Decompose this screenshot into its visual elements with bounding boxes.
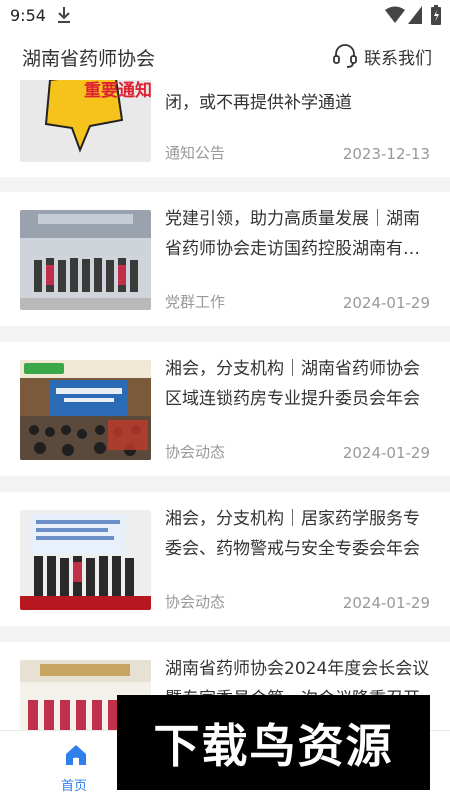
battery-icon: [431, 5, 441, 25]
article-category: 协会动态: [165, 443, 226, 461]
headset-icon: [333, 44, 357, 68]
article-category: 协会动态: [165, 593, 226, 611]
watermark-text: 下载鸟资源: [153, 718, 394, 773]
article-title: 湘会，分支机构｜湖南省药师协会区域连锁药房专业提升委员会年会: [165, 359, 420, 409]
signal-icon: [408, 6, 422, 24]
list-item[interactable]: 重要通知 闭，或不再提供补学通道 通知公告 2023-12-13: [0, 80, 450, 177]
app-title: 湖南省药师协会: [22, 48, 156, 70]
article-date: 2024-01-29: [342, 294, 430, 312]
list-item[interactable]: 湘会，分支机构｜居家药学服务专委会、药物警戒与安全专委会年会 协会动态 2024…: [0, 492, 450, 626]
thumb-label: 重要通知: [84, 80, 151, 101]
home-icon: [66, 745, 86, 765]
app-header: 湖南省药师协会 联系我们: [0, 32, 450, 80]
article-date: 2024-01-29: [342, 594, 430, 612]
article-title: 湘会，分支机构｜居家药学服务专委会、药物警戒与安全专委会年会: [165, 509, 420, 559]
wifi-icon: [385, 6, 405, 23]
article-thumbnail: 重要通知: [20, 80, 151, 162]
tab-home-label: 首页: [60, 779, 87, 794]
article-category: 党群工作: [165, 293, 226, 311]
download-icon: [58, 7, 70, 23]
article-thumbnail: [20, 210, 151, 310]
list-item[interactable]: 湘会，分支机构｜湖南省药师协会区域连锁药房专业提升委员会年会 协会动态 2024…: [0, 342, 450, 476]
contact-us-label: 联系我们: [364, 48, 432, 69]
article-date: 2023-12-13: [342, 145, 430, 163]
status-time: 9:54: [10, 6, 46, 25]
contact-us-button[interactable]: 联系我们: [332, 42, 432, 70]
article-title: 党建引领，助力高质量发展｜湖南省药师协会走访国药控股湖南有限公司: [165, 209, 420, 259]
status-bar: 9:54: [0, 0, 450, 32]
tab-home[interactable]: 首页: [18, 731, 130, 801]
article-date: 2024-01-29: [342, 444, 430, 462]
article-category: 通知公告: [165, 144, 226, 162]
article-title: 闭，或不再提供补学通道: [165, 93, 352, 113]
article-list[interactable]: 重要通知 闭，或不再提供补学通道 通知公告 2023-12-13 党建引领，助力…: [0, 80, 450, 730]
list-item[interactable]: 党建引领，助力高质量发展｜湖南省药师协会走访国药控股湖南有限公司 党群工作 20…: [0, 192, 450, 326]
article-thumbnail: [20, 510, 151, 610]
article-thumbnail: [20, 360, 151, 460]
watermark-banner: 下载鸟资源: [117, 695, 430, 790]
